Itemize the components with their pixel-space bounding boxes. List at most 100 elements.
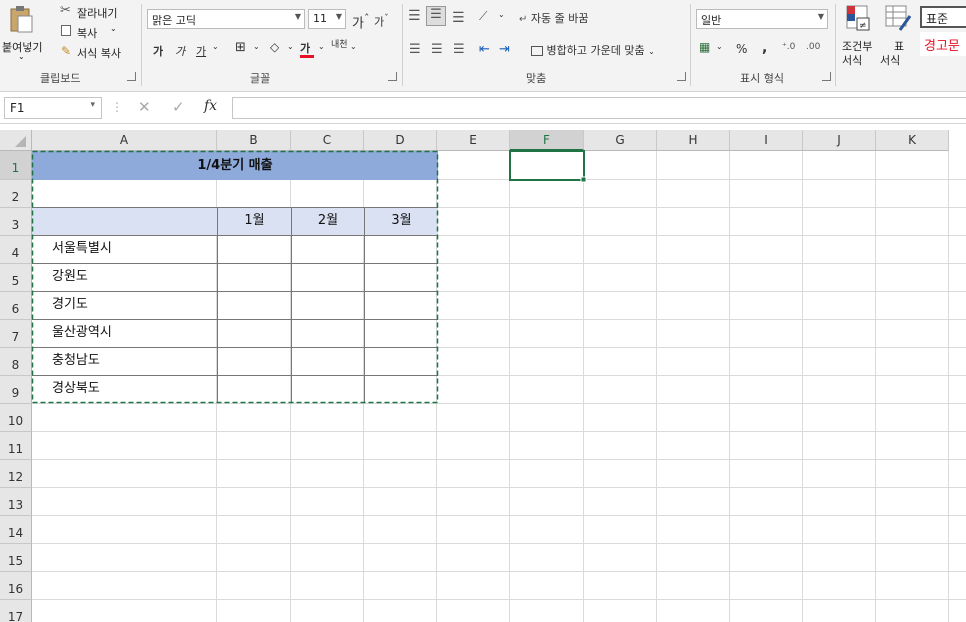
- chevron-down-icon[interactable]: ⌄: [212, 42, 219, 51]
- align-center-icon[interactable]: ☰: [431, 42, 443, 57]
- chevron-down-icon[interactable]: ⌄: [716, 42, 723, 51]
- chevron-down-icon: ▼: [335, 12, 342, 21]
- chevron-down-icon: ⌄: [648, 47, 655, 56]
- phonetic-button[interactable]: 내천: [331, 41, 348, 50]
- svg-text:≠: ≠: [859, 21, 867, 31]
- format-as-table-button[interactable]: 표 서식: [880, 2, 916, 67]
- font-group-label: 글꼴: [250, 72, 271, 85]
- decrease-indent-icon[interactable]: ⇤: [479, 42, 490, 57]
- number-format-value: 일반: [701, 14, 722, 27]
- cell-region[interactable]: 서울특별시: [52, 236, 112, 262]
- chevron-down-icon[interactable]: ⌄: [318, 42, 325, 51]
- style-warning-cell[interactable]: 경고문: [920, 32, 966, 56]
- merge-icon: [531, 46, 543, 56]
- scissors-icon: ✂: [60, 3, 71, 18]
- font-size-value: 11: [313, 12, 327, 25]
- table-icon: [885, 5, 912, 31]
- formula-bar: F1 ▾ ⋮ ✕ ✓ fx: [0, 92, 966, 124]
- font-launcher-icon[interactable]: [388, 72, 397, 81]
- underline-button[interactable]: 가: [196, 43, 206, 59]
- cell-title[interactable]: 1/4분기 매출: [32, 152, 438, 180]
- increase-decimal-icon[interactable]: ⁺.0: [782, 42, 795, 52]
- accounting-format-icon[interactable]: ▦: [699, 40, 710, 54]
- merge-center-label: 병합하고 가운데 맞춤: [546, 44, 645, 57]
- align-bottom-icon[interactable]: ☰: [452, 10, 465, 26]
- alignment-group-label: 맞춤: [526, 72, 547, 85]
- name-box-value: F1: [10, 101, 25, 115]
- cell-region[interactable]: 강원도: [52, 264, 88, 290]
- wrap-text-label: 자동 줄 바꿈: [530, 12, 589, 25]
- chevron-down-icon: ▾: [90, 100, 95, 110]
- cell-month-2[interactable]: 2월: [292, 208, 364, 234]
- chevron-down-icon[interactable]: ⌄: [253, 42, 260, 51]
- italic-button[interactable]: 가: [175, 43, 185, 59]
- divider: [141, 4, 142, 86]
- align-top-icon[interactable]: ☰: [408, 8, 421, 24]
- table-borders: [31, 150, 587, 404]
- font-name-combo[interactable]: 맑은 고딕 ▼: [147, 9, 305, 29]
- comma-button[interactable]: ,: [762, 40, 767, 56]
- alignment-launcher-icon[interactable]: [677, 72, 686, 81]
- chevron-down-icon[interactable]: ⌄: [350, 42, 357, 51]
- conditional-formatting-icon: ≠: [846, 5, 870, 31]
- cell-region[interactable]: 울산광역시: [52, 320, 112, 346]
- font-color-button[interactable]: 가: [300, 40, 314, 60]
- increase-indent-icon[interactable]: ⇥: [499, 42, 510, 57]
- format-painter-label: 서식 복사: [77, 47, 121, 60]
- font-name-value: 맑은 고딕: [152, 14, 196, 27]
- insert-function-icon[interactable]: fx: [204, 98, 217, 114]
- cell-month-1[interactable]: 1월: [218, 208, 291, 234]
- copy-icon: [61, 25, 71, 36]
- percent-button[interactable]: %: [736, 42, 747, 56]
- divider: [402, 4, 403, 86]
- chevron-down-icon[interactable]: ⌄: [498, 10, 505, 19]
- clipboard-launcher-icon[interactable]: [127, 72, 136, 81]
- font-color-label: 가: [300, 42, 311, 55]
- chevron-down-icon: ▼: [294, 12, 301, 21]
- cancel-icon[interactable]: ✕: [138, 98, 151, 116]
- cut-button[interactable]: ✂ 잘라내기: [60, 3, 140, 20]
- font-size-combo[interactable]: 11 ▼: [308, 9, 346, 29]
- grow-font-button[interactable]: 가ˆ: [352, 12, 369, 31]
- cell-region[interactable]: 경상북도: [52, 376, 100, 402]
- chevron-down-icon[interactable]: ⌄: [287, 42, 294, 51]
- format-painter-button[interactable]: ✎ 서식 복사: [60, 44, 140, 60]
- chevron-down-icon: ⌄: [110, 24, 117, 33]
- cell-region[interactable]: 충청남도: [52, 348, 100, 374]
- paste-button[interactable]: 붙여넣기 ⌄: [2, 2, 42, 62]
- shrink-font-button[interactable]: 가ˇ: [374, 13, 389, 30]
- conditional-label-2: 서식: [842, 54, 863, 67]
- conditional-formatting-button[interactable]: ≠ 조건부 서식: [840, 2, 876, 67]
- fill-color-icon[interactable]: ◇: [270, 40, 279, 54]
- grow-font-label: 가: [352, 16, 364, 32]
- cell-region[interactable]: 경기도: [52, 292, 88, 318]
- cell-month-3[interactable]: 3월: [365, 208, 438, 234]
- align-middle-icon[interactable]: ☰: [426, 6, 446, 26]
- number-launcher-icon[interactable]: [822, 72, 831, 81]
- number-format-combo[interactable]: 일반 ▼: [696, 9, 828, 29]
- align-left-icon[interactable]: ☰: [409, 42, 421, 57]
- paste-icon: [10, 6, 33, 33]
- border-icon[interactable]: ⊞: [235, 40, 246, 55]
- font-color-bar: [300, 55, 314, 58]
- align-right-icon[interactable]: ☰: [453, 42, 465, 57]
- copy-button[interactable]: 복사 ⌄: [60, 24, 140, 40]
- divider: [690, 4, 691, 86]
- style-normal-cell[interactable]: 표준: [920, 6, 966, 28]
- more-options-icon: ⋮: [111, 100, 123, 114]
- divider: [835, 4, 836, 86]
- bold-button[interactable]: 가: [153, 43, 163, 59]
- decrease-decimal-icon[interactable]: .00: [806, 42, 820, 52]
- name-box[interactable]: F1 ▾: [4, 97, 102, 119]
- number-group-label: 표시 형식: [740, 72, 784, 85]
- merge-center-button[interactable]: 병합하고 가운데 맞춤 ⌄: [531, 42, 655, 58]
- enter-icon[interactable]: ✓: [172, 98, 185, 116]
- formula-input[interactable]: [232, 97, 966, 119]
- copy-label: 복사: [77, 27, 98, 40]
- worksheet-grid[interactable]: ABCDEFGHIJK 1 2 3 4 5 6 7 8 9 10 11 12 13 14 15 16 17 1/…: [0, 130, 966, 622]
- ribbon: 붙여넣기 ⌄ ✂ 잘라내기 복사 ⌄ ✎ 서식 복사 클립보드 맑은 고딕 ▼ …: [0, 0, 966, 92]
- orientation-icon[interactable]: ⟋: [479, 9, 487, 24]
- cut-label: 잘라내기: [77, 7, 118, 20]
- wrap-text-icon: ↵: [519, 14, 528, 25]
- wrap-text-button[interactable]: ↵ 자동 줄 바꿈: [519, 10, 588, 26]
